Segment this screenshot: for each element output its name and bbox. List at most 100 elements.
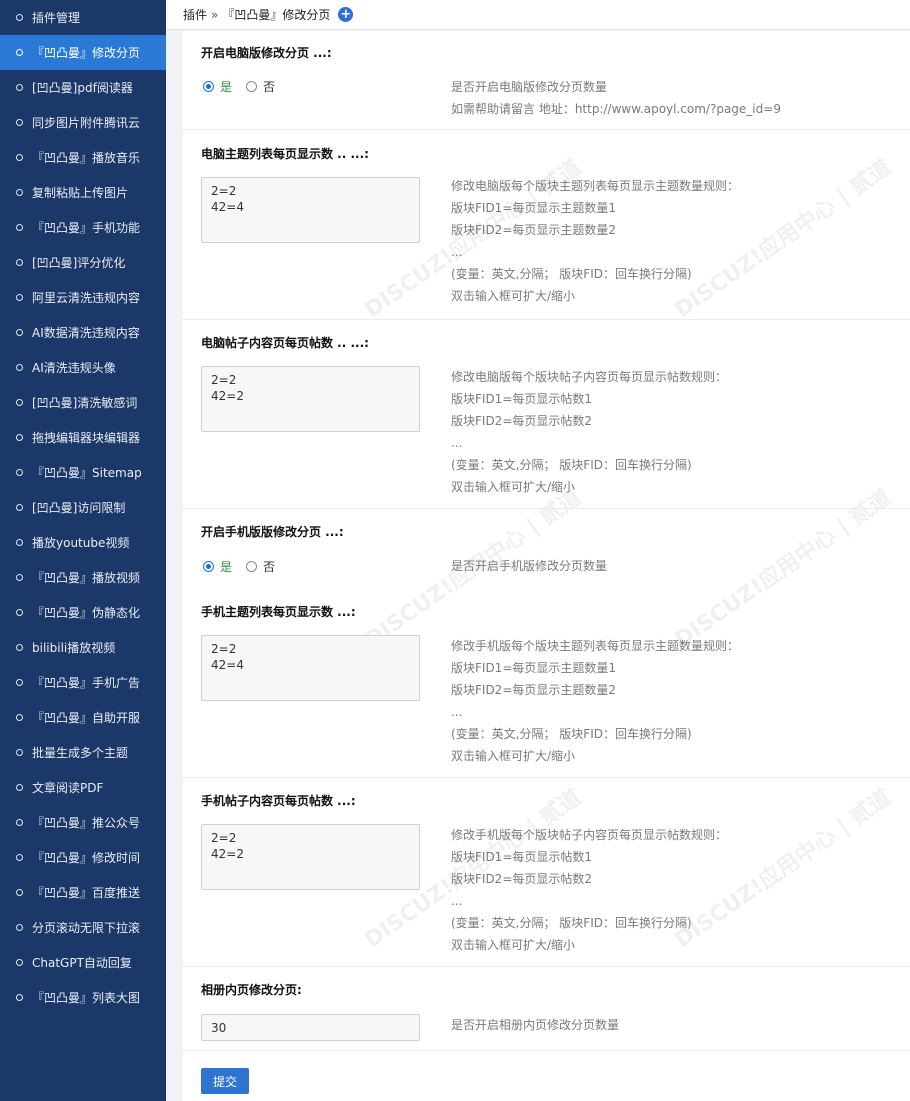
sidebar-item[interactable]: 『凹凸曼』伪静态化 (0, 595, 166, 630)
sidebar-item[interactable]: 分页滚动无限下拉滚 (0, 910, 166, 945)
sidebar-item-label: AI数据清洗违规内容 (32, 326, 140, 340)
circle-icon (16, 49, 23, 56)
circle-icon (16, 994, 23, 1001)
sidebar-item[interactable]: 『凹凸曼』播放视频 (0, 560, 166, 595)
desc-line: (变量：英文,分隔； 版块FID：回车换行分隔) (451, 916, 692, 930)
circle-icon (16, 434, 23, 441)
mobile-post-content-textarea[interactable]: 2=2 42=2 (201, 824, 420, 890)
sidebar-item-label: 拖拽编辑器块编辑器 (32, 431, 141, 445)
divider (183, 319, 910, 320)
desc-line: ... (451, 245, 463, 259)
sidebar-item-label: [凹凸曼]清洗敏感词 (32, 396, 138, 410)
pc-enable-title: 开启电脑版修改分页 ...: (201, 46, 332, 60)
sidebar-item-label: 『凹凸曼』手机功能 (32, 221, 141, 235)
mobile-enable-no-label[interactable]: 否 (263, 558, 275, 575)
circle-icon (16, 749, 23, 756)
sidebar-item-label: 阿里云清洗违规内容 (32, 291, 141, 305)
sidebar-item[interactable]: [凹凸曼]评分优化 (0, 245, 166, 280)
pc-topic-list-textarea[interactable]: 2=2 42=4 (201, 177, 420, 243)
sidebar-item-label: 『凹凸曼』播放音乐 (32, 151, 141, 165)
sidebar-item[interactable]: 阿里云清洗违规内容 (0, 280, 166, 315)
sidebar-item[interactable]: 插件管理 (0, 0, 166, 35)
sidebar-item[interactable]: AI数据清洗违规内容 (0, 315, 166, 350)
sidebar-item-label: 『凹凸曼』百度推送 (32, 886, 141, 900)
desc-line: ... (451, 436, 463, 450)
sidebar-item[interactable]: 『凹凸曼』修改时间 (0, 840, 166, 875)
sidebar-item[interactable]: 『凹凸曼』百度推送 (0, 875, 166, 910)
desc-line: 版块FID2=每页显示帖数2 (451, 872, 593, 886)
pc-enable-no-label[interactable]: 否 (263, 78, 275, 95)
sidebar-item[interactable]: 『凹凸曼』自助开服 (0, 700, 166, 735)
sidebar-item-label: 批量生成多个主题 (32, 746, 129, 760)
sidebar-item[interactable]: [凹凸曼]pdf阅读器 (0, 70, 166, 105)
circle-icon (16, 84, 23, 91)
sidebar-item[interactable]: 『凹凸曼』推公众号 (0, 805, 166, 840)
mobile-enable-title: 开启手机版版修改分页 ...: (201, 525, 344, 539)
desc-line: 修改电脑版每个版块主题列表每页显示主题数量规则： (451, 179, 740, 193)
circle-icon (16, 224, 23, 231)
pc-enable-yes-radio[interactable] (203, 81, 214, 92)
album-page-input[interactable] (201, 1014, 420, 1041)
sidebar-item[interactable]: 同步图片附件腾讯云 (0, 105, 166, 140)
circle-icon (16, 469, 23, 476)
desc-line: 版块FID1=每页显示帖数1 (451, 850, 593, 864)
sidebar-item[interactable]: AI清洗违规头像 (0, 350, 166, 385)
sidebar-item[interactable]: 文章阅读PDF (0, 770, 166, 805)
sidebar-item-label: 插件管理 (32, 11, 81, 25)
sidebar-item[interactable]: [凹凸曼]清洗敏感词 (0, 385, 166, 420)
mobile-enable-yes-radio[interactable] (203, 561, 214, 572)
desc-line: 双击输入框可扩大/缩小 (451, 938, 576, 952)
circle-icon (16, 119, 23, 126)
sidebar-item[interactable]: bilibili播放视频 (0, 630, 166, 665)
pc-enable-no-radio[interactable] (246, 81, 258, 92)
sidebar-item[interactable]: ChatGPT自动回复 (0, 945, 166, 980)
mobile-enable-no-radio[interactable] (246, 561, 258, 572)
circle-icon (16, 714, 23, 721)
mobile-topic-list-title: 手机主题列表每页显示数 ...: (201, 605, 356, 619)
divider (183, 129, 910, 130)
sidebar-item-label: 『凹凸曼』伪静态化 (32, 606, 141, 620)
circle-icon (16, 644, 23, 651)
sidebar-item-label: ChatGPT自动回复 (32, 956, 132, 970)
desc-line: (变量：英文,分隔； 版块FID：回车换行分隔) (451, 727, 692, 741)
sidebar-item[interactable]: 复制粘贴上传图片 (0, 175, 166, 210)
mobile-topic-list-desc: 修改手机版每个版块主题列表每页显示主题数量规则： 版块FID1=每页显示主题数量… (451, 635, 739, 767)
sidebar-item[interactable]: 播放youtube视频 (0, 525, 166, 560)
mobile-enable-yes-label[interactable]: 是 (220, 558, 232, 575)
submit-button[interactable]: 提交 (201, 1068, 249, 1094)
desc-line: 如需帮助请留言 地址：http://www.apoyl.com/?page_id… (451, 102, 781, 116)
circle-icon (16, 924, 23, 931)
sidebar-item[interactable]: 『凹凸曼』Sitemap (0, 455, 166, 490)
sidebar-item-label: 『凹凸曼』手机广告 (32, 676, 141, 690)
divider (183, 1050, 910, 1051)
circle-icon (16, 819, 23, 826)
sidebar-item[interactable]: 『凹凸曼』列表大图 (0, 980, 166, 1015)
pc-enable-yes-label[interactable]: 是 (220, 78, 232, 95)
sidebar-item-label: 『凹凸曼』Sitemap (32, 466, 142, 480)
breadcrumb-root[interactable]: 插件 (183, 6, 207, 23)
sidebar: 插件管理 『凹凸曼』修改分页 [凹凸曼]pdf阅读器 同步图片附件腾讯云 『凹凸曼』播放… (0, 0, 166, 1101)
sidebar-item[interactable]: 『凹凸曼』手机广告 (0, 665, 166, 700)
sidebar-item-label: 复制粘贴上传图片 (32, 186, 129, 200)
sidebar-item[interactable]: 『凹凸曼』播放音乐 (0, 140, 166, 175)
sidebar-item[interactable]: [凹凸曼]访问限制 (0, 490, 166, 525)
sidebar-item-label: [凹凸曼]访问限制 (32, 501, 126, 515)
sidebar-item[interactable]: 『凹凸曼』修改分页 (0, 35, 166, 70)
desc-line: 是否开启手机版修改分页数量 (451, 559, 608, 573)
desc-line: 版块FID1=每页显示主题数量1 (451, 661, 617, 675)
add-icon[interactable]: + (338, 7, 354, 22)
sidebar-item-label: [凹凸曼]pdf阅读器 (32, 81, 133, 95)
sidebar-item-label: 分页滚动无限下拉滚 (32, 921, 141, 935)
mobile-enable-desc: 是否开启手机版修改分页数量 (451, 555, 607, 577)
circle-icon (16, 154, 23, 161)
pc-post-content-textarea[interactable]: 2=2 42=2 (201, 366, 420, 432)
sidebar-item[interactable]: 批量生成多个主题 (0, 735, 166, 770)
desc-line: 是否开启相册内页修改分页数量 (451, 1018, 620, 1032)
album-title: 相册内页修改分页: (201, 983, 302, 997)
sidebar-item[interactable]: 『凹凸曼』手机功能 (0, 210, 166, 245)
mobile-topic-list-textarea[interactable]: 2=2 42=4 (201, 635, 420, 701)
breadcrumb-current: 『凹凸曼』修改分页 (222, 8, 331, 22)
sidebar-item-label: [凹凸曼]评分优化 (32, 256, 126, 270)
divider (183, 508, 910, 509)
sidebar-item[interactable]: 拖拽编辑器块编辑器 (0, 420, 166, 455)
